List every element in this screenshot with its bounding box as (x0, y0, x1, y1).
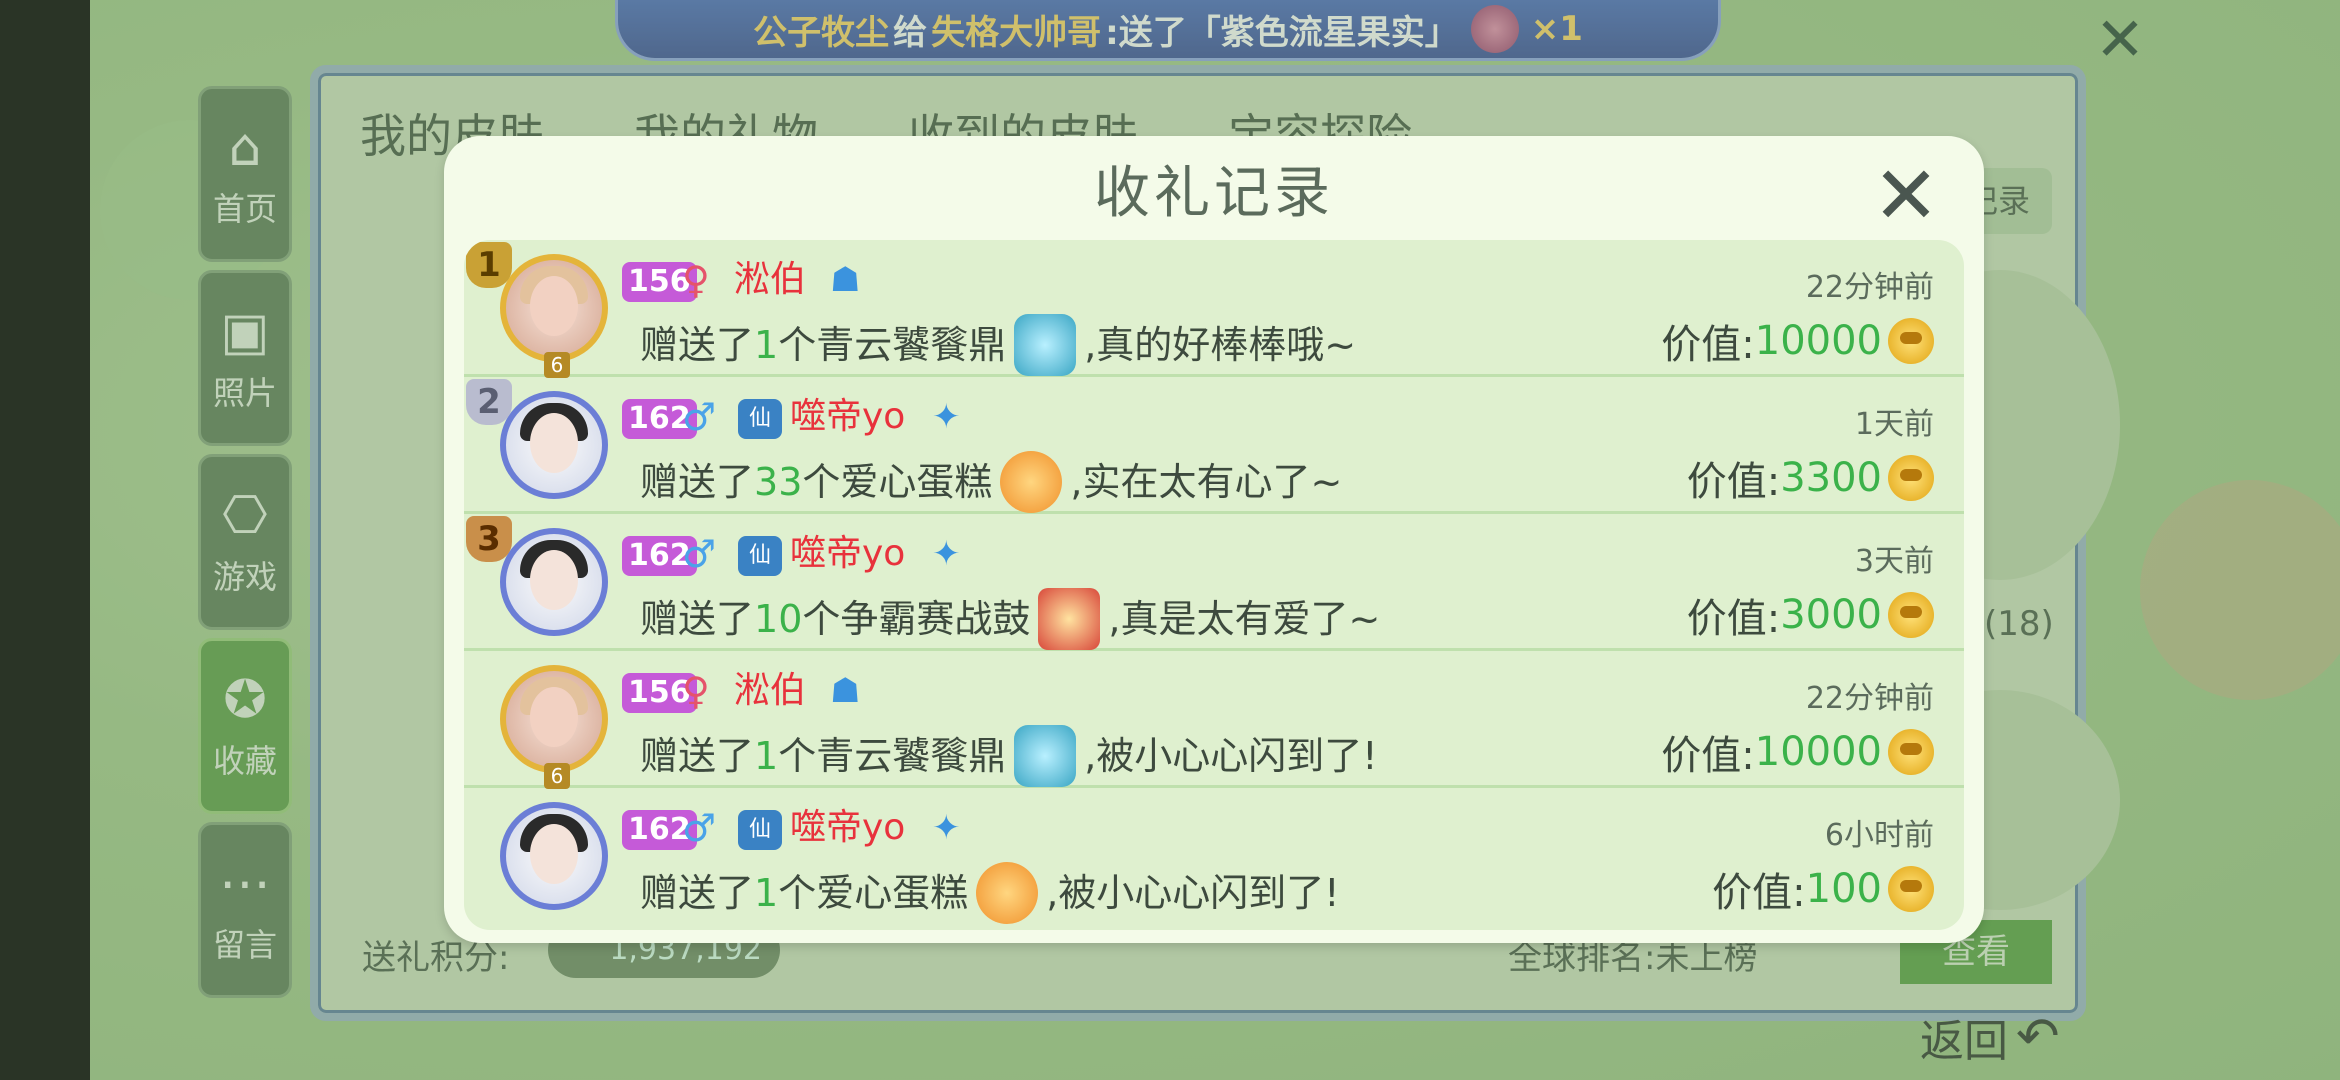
avatar[interactable]: 6 (500, 665, 608, 789)
coin-icon (1888, 455, 1934, 501)
gift-value: 价值: 3300 (1687, 449, 1934, 507)
gift-value: 价值: 10000 (1661, 723, 1934, 781)
timestamp: 1天前 (1854, 407, 1934, 442)
sender-name[interactable]: 淞伯 (734, 256, 806, 304)
message-prefix: 赠送了 (640, 460, 755, 504)
immortal-badge-icon: 仙 (738, 399, 782, 439)
timestamp: 3天前 (1854, 544, 1934, 579)
gift-name: 个爱心蛋糕 (802, 460, 993, 504)
close-icon[interactable]: ✕ (1866, 156, 1946, 236)
avatar[interactable] (500, 528, 608, 636)
coin-icon (1888, 866, 1934, 912)
timestamp: 22分钟前 (1805, 681, 1934, 716)
value-label: 价值: (1661, 733, 1755, 779)
gift-message: 赠送了 10 个争霸赛战鼓 ,真是太有爱了~ (640, 588, 1380, 650)
avatar-level: 6 (544, 763, 570, 789)
immortal-badge-icon: 仙 (738, 810, 782, 850)
message-suffix: ,被小心心闪到了! (1084, 734, 1378, 778)
sender-name[interactable]: 噬帝yo (790, 393, 905, 441)
drum-gift-icon (1038, 588, 1101, 650)
gift-record-row: 162 ♂ 仙 噬帝yo ✦ 6小时前 赠送了 1 个爱心蛋糕 ,被小心心闪到了! 价… (464, 788, 1964, 925)
sender-name[interactable]: 噬帝yo (790, 804, 905, 852)
gift-count: 33 (754, 460, 803, 504)
gift-value: 价值: 3000 (1687, 586, 1934, 644)
male-icon: ♂ (682, 806, 717, 850)
gift-count: 1 (754, 871, 779, 915)
value-amount: 100 (1805, 866, 1882, 912)
gift-record-dialog: 收礼记录 ✕ 6 1 156 ♀ 淞伯 ☗ 22分钟前 赠送了 1 个青云饕餮鼎 ,真… (444, 136, 1984, 943)
gift-record-row: 3 162 ♂ 仙 噬帝yo ✦ 3天前 赠送了 10 个争霸赛战鼓 ,真是太有爱了~… (464, 514, 1964, 651)
avatar-face (530, 824, 578, 884)
female-icon: ♀ (682, 258, 710, 302)
value-amount: 3000 (1780, 592, 1882, 638)
avatar-face (530, 413, 578, 473)
role-icon: ☗ (830, 260, 861, 300)
gift-message: 赠送了 1 个爱心蛋糕 ,被小心心闪到了! (640, 862, 1340, 924)
value-amount: 10000 (1754, 318, 1882, 364)
value-amount: 3300 (1780, 455, 1882, 501)
gift-value: 价值: 10000 (1661, 312, 1934, 370)
value-amount: 10000 (1754, 729, 1882, 775)
handshake-icon: ✦ (932, 534, 961, 574)
message-suffix: ,实在太有心了~ (1070, 460, 1343, 504)
female-icon: ♀ (682, 669, 710, 713)
message-prefix: 赠送了 (640, 323, 755, 367)
cake-gift-icon (1000, 451, 1063, 513)
handshake-icon: ✦ (932, 397, 961, 437)
rank-badge: 2 (466, 379, 512, 425)
avatar[interactable] (500, 391, 608, 499)
value-label: 价值: (1686, 459, 1781, 505)
timestamp: 22分钟前 (1805, 270, 1934, 305)
handshake-icon: ✦ (932, 808, 961, 848)
cake-gift-icon (976, 862, 1039, 924)
message-suffix: ,真的好棒棒哦~ (1084, 323, 1357, 367)
role-icon: ☗ (830, 671, 861, 711)
sender-name[interactable]: 噬帝yo (790, 530, 905, 578)
cauldron-gift-icon (1014, 314, 1077, 376)
value-label: 价值: (1661, 322, 1755, 368)
message-suffix: ,真是太有爱了~ (1108, 597, 1381, 641)
gift-name: 个青云饕餮鼎 (778, 323, 1007, 367)
gift-name: 个青云饕餮鼎 (778, 734, 1007, 778)
cauldron-gift-icon (1014, 725, 1077, 787)
avatar[interactable]: 6 (500, 254, 608, 378)
gift-record-row: 2 162 ♂ 仙 噬帝yo ✦ 1天前 赠送了 33 个爱心蛋糕 ,实在太有心了~ … (464, 377, 1964, 514)
timestamp: 6小时前 (1824, 818, 1934, 853)
gift-name: 个争霸赛战鼓 (802, 597, 1031, 641)
rank-badge: 3 (466, 516, 512, 562)
message-prefix: 赠送了 (640, 871, 755, 915)
gift-value: 价值: 100 (1712, 860, 1934, 918)
avatar-face (530, 276, 578, 336)
avatar-face (530, 550, 578, 610)
value-label: 价值: (1712, 870, 1806, 916)
avatar[interactable] (500, 802, 608, 910)
immortal-badge-icon: 仙 (738, 536, 782, 576)
gift-message: 赠送了 1 个青云饕餮鼎 ,真的好棒棒哦~ (640, 314, 1356, 376)
avatar-level: 6 (544, 352, 570, 378)
message-prefix: 赠送了 (640, 734, 755, 778)
gift-record-row: 6 1 156 ♀ 淞伯 ☗ 22分钟前 赠送了 1 个青云饕餮鼎 ,真的好棒棒哦~ … (464, 240, 1964, 378)
gift-count: 10 (754, 597, 803, 641)
gift-record-list[interactable]: 6 1 156 ♀ 淞伯 ☗ 22分钟前 赠送了 1 个青云饕餮鼎 ,真的好棒棒哦~ … (464, 240, 1964, 930)
gift-count: 1 (754, 734, 779, 778)
coin-icon (1888, 318, 1934, 364)
male-icon: ♂ (682, 532, 717, 576)
gift-message: 赠送了 33 个爱心蛋糕 ,实在太有心了~ (640, 451, 1342, 513)
message-prefix: 赠送了 (640, 597, 755, 641)
rank-badge: 1 (466, 242, 512, 288)
gift-name: 个爱心蛋糕 (778, 871, 969, 915)
message-suffix: ,被小心心闪到了! (1046, 871, 1340, 915)
gift-record-row: 6 156 ♀ 淞伯 ☗ 22分钟前 赠送了 1 个青云饕餮鼎 ,被小心心闪到了! 价… (464, 651, 1964, 789)
male-icon: ♂ (682, 395, 717, 439)
gift-message: 赠送了 1 个青云饕餮鼎 ,被小心心闪到了! (640, 725, 1378, 787)
coin-icon (1888, 592, 1934, 638)
gift-count: 1 (754, 323, 779, 367)
avatar-face (530, 687, 578, 747)
coin-icon (1888, 729, 1934, 775)
sender-name[interactable]: 淞伯 (734, 667, 806, 715)
value-label: 价值: (1686, 596, 1781, 642)
dialog-title: 收礼记录 (1094, 161, 1334, 226)
